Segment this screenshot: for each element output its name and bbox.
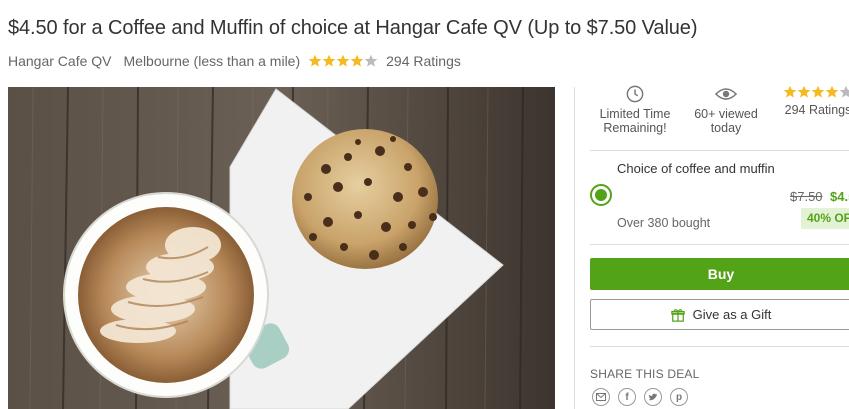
pinterest-icon[interactable]: p <box>670 388 688 406</box>
divider-mid <box>590 244 849 245</box>
star-icon <box>811 85 825 98</box>
limited-time-label: Limited Time Remaining! <box>599 107 671 135</box>
rating-stars-small <box>778 85 849 99</box>
option-title: Choice of coffee and muffin <box>617 161 775 176</box>
eye-icon <box>715 88 737 100</box>
gift-icon <box>670 308 685 322</box>
deal-title: $4.50 for a Coffee and Muffin of choice … <box>8 17 698 39</box>
star-empty-icon <box>839 85 849 98</box>
ratings-count-link[interactable]: 294 Ratings <box>386 53 461 69</box>
star-icon <box>308 54 322 67</box>
divider-bottom <box>590 346 849 347</box>
star-icon <box>825 85 839 98</box>
viewed-label: 60+ viewed today <box>694 107 758 135</box>
deal-hero-image[interactable] <box>8 87 555 409</box>
email-icon[interactable] <box>592 388 610 406</box>
facebook-icon[interactable]: f <box>618 388 636 406</box>
bought-count: Over 380 bought <box>617 216 711 230</box>
ratings-stat-label: 294 Ratings <box>784 103 849 117</box>
ratings-stat[interactable]: 294 Ratings <box>778 85 849 117</box>
rating-stars[interactable] <box>308 54 378 68</box>
star-icon <box>336 54 350 67</box>
star-icon <box>322 54 336 67</box>
buy-button[interactable]: Buy <box>590 258 849 290</box>
merchant-link[interactable]: Hangar Cafe QV <box>8 53 112 69</box>
star-icon <box>797 85 811 98</box>
share-label: SHARE THIS DEAL <box>590 367 700 381</box>
discount-badge: 40% OFF <box>801 208 849 229</box>
location-text: Melbourne (less than a mile) <box>123 53 301 69</box>
deal-subline: Hangar Cafe QV Melbourne (less than a mi… <box>8 53 461 69</box>
deal-price: $4.50 <box>830 189 849 204</box>
give-as-gift-button[interactable]: Give as a Gift <box>590 299 849 330</box>
star-empty-icon <box>364 54 378 67</box>
star-icon <box>783 85 797 98</box>
twitter-icon[interactable] <box>644 388 662 406</box>
limited-time-stat: Limited Time Remaining! <box>594 85 676 135</box>
gift-label: Give as a Gift <box>692 307 772 322</box>
divider-top <box>590 150 849 151</box>
sidebar-divider <box>574 87 575 409</box>
option-radio-selected[interactable] <box>590 184 612 206</box>
clock-icon <box>626 85 644 103</box>
star-icon <box>350 54 364 67</box>
original-price: $7.50 <box>790 189 823 204</box>
viewed-stat: 60+ viewed today <box>688 85 764 135</box>
radio-dot <box>595 189 607 201</box>
coffee-muffin-illustration <box>8 87 555 409</box>
